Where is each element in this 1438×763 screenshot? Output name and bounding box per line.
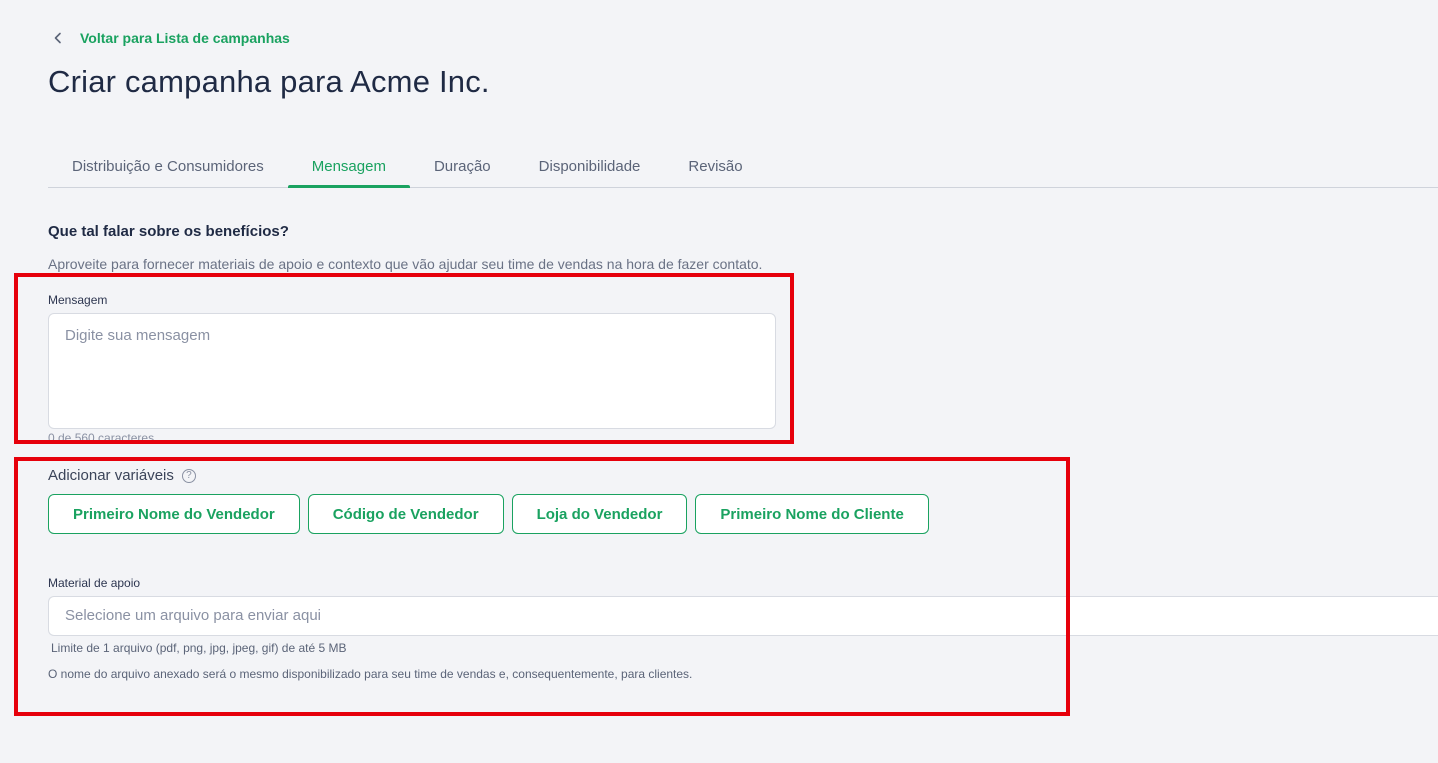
add-seller-code-button[interactable]: Código de Vendedor (307, 494, 504, 534)
add-seller-first-name-button[interactable]: Primeiro Nome do Vendedor (48, 494, 300, 534)
variables-label: Adicionar variáveis ? (48, 467, 196, 484)
section-description: Aproveite para fornecer materiais de apo… (48, 256, 763, 272)
tab-message[interactable]: Mensagem (287, 146, 411, 188)
campaign-create-page: Voltar para Lista de campanhas Criar cam… (0, 0, 1438, 763)
add-seller-store-button[interactable]: Loja do Vendedor (511, 494, 688, 534)
variables-label-text: Adicionar variáveis (48, 467, 174, 484)
file-limit-hint: Limite de 1 arquivo (pdf, png, jpg, jpeg… (51, 641, 347, 655)
file-upload-input[interactable]: Selecione um arquivo para enviar aqui (48, 596, 1438, 636)
page-title: Criar campanha para Acme Inc. (48, 64, 490, 99)
tab-review[interactable]: Revisão (664, 146, 766, 187)
variable-buttons: Primeiro Nome do Vendedor Código de Vend… (48, 494, 929, 534)
tab-availability[interactable]: Disponibilidade (515, 146, 665, 187)
chevron-left-icon (54, 32, 61, 44)
file-name-hint: O nome do arquivo anexado será o mesmo d… (48, 667, 693, 681)
message-textarea[interactable] (48, 313, 776, 429)
support-material-label: Material de apoio (48, 576, 141, 590)
tab-duration[interactable]: Duração (410, 146, 515, 187)
add-client-first-name-button[interactable]: Primeiro Nome do Cliente (695, 494, 929, 534)
back-link-label: Voltar para Lista de campanhas (80, 30, 290, 46)
campaign-steps-tabs: Distribuição e Consumidores Mensagem Dur… (48, 146, 1438, 188)
back-to-campaigns-link[interactable]: Voltar para Lista de campanhas (52, 30, 290, 46)
char-counter: 0 de 560 caracteres (48, 431, 155, 445)
question-circle-icon[interactable]: ? (181, 468, 196, 483)
tab-distribution[interactable]: Distribuição e Consumidores (48, 146, 288, 187)
message-label: Mensagem (48, 293, 108, 307)
section-title: Que tal falar sobre os benefícios? (48, 223, 289, 240)
